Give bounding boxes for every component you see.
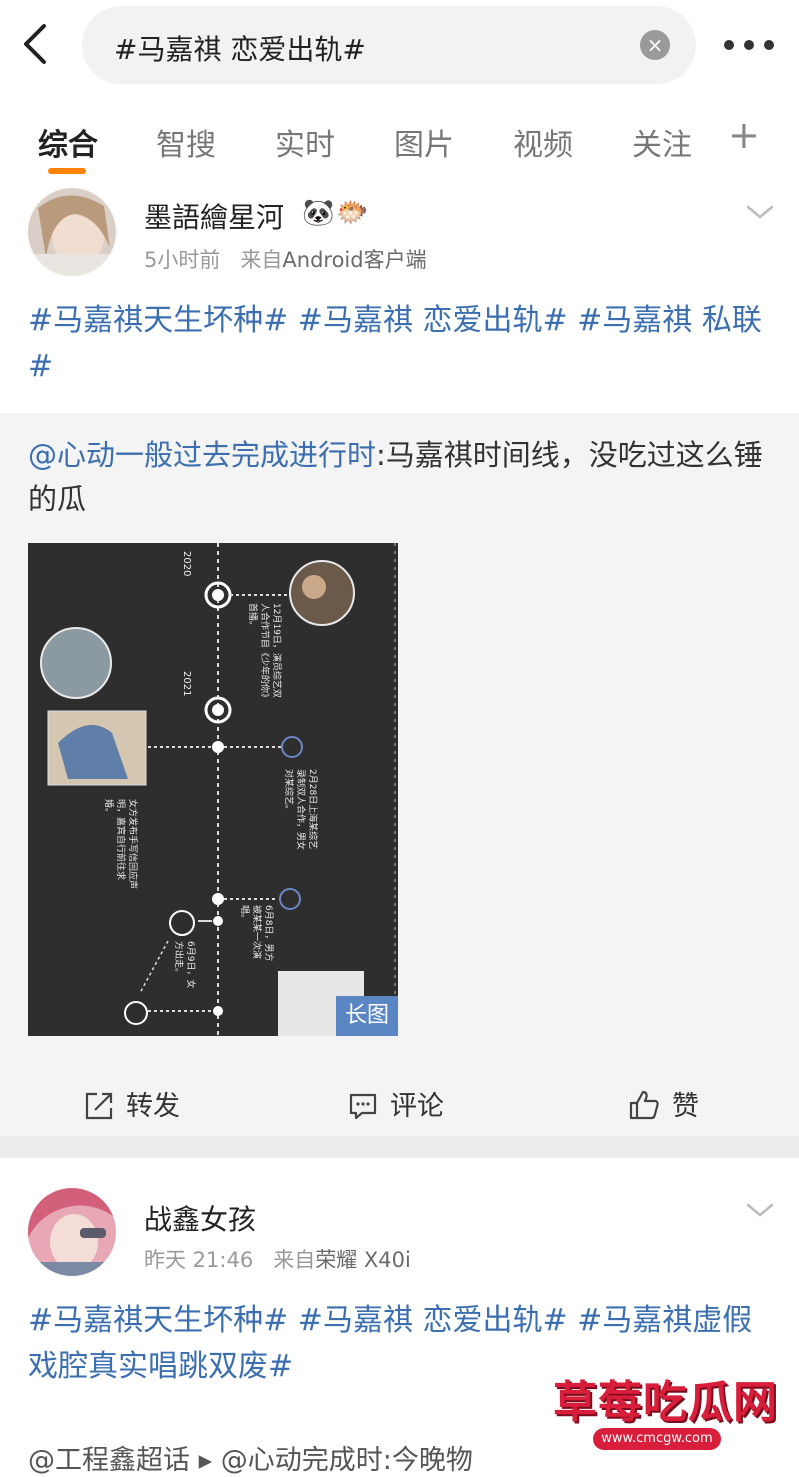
timeline-note: 2月28日上海某综艺录制双人合作，男女对某综艺。 [283,769,317,851]
chevron-down-icon[interactable] [745,1200,775,1220]
panda-emoji-icon: 🐼 [302,198,335,228]
comment-button[interactable]: 评论 [348,1084,444,1123]
dot-icon [724,40,734,50]
timeline-graphic [40,543,396,1036]
watermark-url: www.cmcgw.com [593,1428,721,1450]
post-source: 荣耀 X40i [315,1248,411,1272]
tab-realtime[interactable]: 实时 [275,120,335,164]
tab-all[interactable]: 综合 [38,120,98,164]
post-username[interactable]: 墨語繪星河 [144,196,284,236]
post-username[interactable]: 战鑫女孩 [144,1198,256,1238]
post-time: 昨天 21:46 [144,1248,254,1272]
search-input[interactable]: #马嘉祺 恋爱出轨# × [82,6,696,84]
dot-icon [764,40,774,50]
clear-search-icon[interactable]: × [640,30,670,60]
tab-images[interactable]: 图片 [394,120,454,164]
timeline-note: 6月8日，男方被某某一次演唱。 [239,905,273,962]
like-label: 赞 [672,1091,699,1122]
more-options-button[interactable] [724,30,776,60]
search-query: #马嘉祺 恋爱出轨# [114,33,366,66]
chevron-down-icon[interactable] [745,202,775,222]
tab-videos[interactable]: 视频 [513,120,573,164]
post-actions: 转发 评论 赞 [0,1064,799,1136]
post-source: Android客户端 [282,248,427,272]
search-header: #马嘉祺 恋爱出轨# × [0,0,799,96]
repost-label: 转发 [126,1091,180,1122]
long-image-badge: 长图 [336,996,398,1036]
watermark-title: 草莓吃瓜网 [553,1377,778,1428]
feed-post: 墨語繪星河 🐼 🐡 5小时前 来自Android客户端 #马嘉祺天生坏种# #马… [0,180,799,1140]
search-tabs: 综合 智搜 实时 图片 视频 关注 + [0,110,799,176]
post-subline[interactable]: @工程鑫超话 ▸ @心动完成时:今晚物 [28,1438,473,1477]
avatar-image [28,1188,116,1276]
comment-icon [349,1093,377,1120]
post-image[interactable]: 2020 2021 12月19日，演员综艺双人合作节目《少年的你》首播。 2月2… [28,543,398,1036]
like-button[interactable]: 赞 [628,1084,699,1123]
repost-text: @心动一般过去完成进行时:马嘉祺时间线，没吃过这么锤的瓜 [28,433,768,521]
repost-card[interactable]: @心动一般过去完成进行时:马嘉祺时间线，没吃过这么锤的瓜 2020 2021 1… [0,413,799,1064]
site-watermark: 草莓吃瓜网 www.cmcgw.com [525,1336,799,1477]
avatar[interactable] [28,188,116,276]
repost-button[interactable]: 转发 [84,1084,180,1123]
back-arrow-icon [24,24,46,64]
repost-mention[interactable]: @心动一般过去完成进行时 [28,438,376,472]
timeline-year-label: 2021 [181,671,192,697]
dot-icon [744,40,754,50]
back-button[interactable] [18,22,58,66]
avatar[interactable] [28,1188,116,1276]
thumbs-up-icon [629,1090,659,1120]
feed-divider [0,1136,799,1158]
add-tab-icon[interactable]: + [728,116,760,154]
timeline-note: 女方发布手写信回应声明，嘉宾自行前往求婚。 [103,799,137,890]
tab-smart-search[interactable]: 智搜 [156,120,216,164]
comment-label: 评论 [390,1091,444,1122]
timeline-note: 6月9日，女方出走。 [173,941,195,989]
source-prefix: 来自 [273,1248,316,1272]
active-tab-indicator [48,168,86,174]
post-text[interactable]: #马嘉祺天生坏种# #马嘉祺 恋爱出轨# #马嘉祺 私联# [28,298,773,390]
post-meta: 5小时前 来自Android客户端 [144,244,427,274]
fish-emoji-icon: 🐡 [336,198,369,228]
timeline-year-label: 2020 [181,551,192,577]
timeline-note: 12月19日，演员综艺双人合作节目《少年的你》首播。 [247,603,281,698]
post-time: 5小时前 [144,248,221,272]
post-meta: 昨天 21:46 来自荣耀 X40i [144,1244,411,1274]
share-icon [85,1092,113,1120]
avatar-image [28,188,116,276]
tab-following[interactable]: 关注 [632,120,692,164]
source-prefix: 来自 [240,248,283,272]
